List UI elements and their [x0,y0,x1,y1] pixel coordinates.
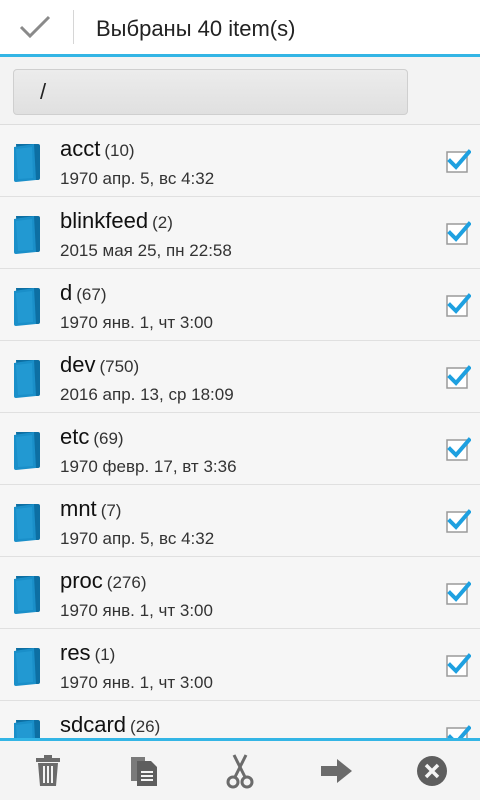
item-count: (67) [76,285,107,304]
file-name: mnt [60,496,97,521]
file-name: blinkfeed [60,208,149,233]
checkbox-checked-icon[interactable] [445,436,471,462]
item-count: (2) [152,213,173,232]
checkbox-checked-icon[interactable] [445,364,471,390]
move-button[interactable] [288,741,384,800]
file-name: d [60,280,73,305]
item-count: (1) [94,645,116,664]
cut-icon [226,753,254,788]
file-row[interactable]: d (67) 1970 янв. 1, чт 3:00 [0,269,480,341]
file-manager-screen: Выбраны 40 item(s) / acct (10) 1970 апр. … [0,0,480,800]
file-list: acct (10) 1970 апр. 5, вс 4:32 blinkfeed(… [0,125,480,738]
file-row[interactable]: proc (276) 1970 янв. 1, чт 3:00 [0,557,480,629]
file-name: sdcard [60,712,127,737]
item-count: (69) [93,429,124,448]
folder-icon [14,720,40,738]
item-count: (750) [99,357,140,376]
path-breadcrumb-button[interactable]: / [13,69,408,115]
selection-title: Выбраны 40 item(s) [96,16,296,41]
folder-icon [14,360,40,398]
checkmark-icon [19,15,51,39]
delete-icon [36,754,60,786]
file-row[interactable]: dev (750) 2016 апр. 13, ср 18:09 [0,341,480,413]
cut-button[interactable] [192,741,288,800]
move-icon [321,758,352,783]
file-row[interactable]: blinkfeed (2) 2015 мая 25, пн 22:58 [0,197,480,269]
file-row[interactable]: etc (69) 1970 февр. 17, вт 3:36 [0,413,480,485]
folder-icon [14,432,40,470]
file-name: acct [60,136,101,161]
modified-date: 1970 апр. 5, вс 4:32 [60,529,215,548]
item-count: (276) [106,573,147,592]
modified-date: 2015 мая 25, пн 22:58 [60,241,232,260]
checkbox-checked-icon[interactable] [445,220,471,246]
checkbox-checked-icon[interactable] [445,652,471,678]
bottom-action-bar [0,738,480,800]
checkbox-checked-icon[interactable] [445,580,471,606]
item-count: (26) [130,717,161,736]
modified-date: 2016 апр. 13, ср 18:09 [60,385,234,404]
modified-date: 1970 февр. 17, вт 3:36 [60,457,237,476]
modified-date: 1970 янв. 1, чт 3:00 [60,313,213,332]
file-name: etc [60,424,90,449]
item-count: (10) [104,141,135,160]
checkbox-checked-icon[interactable] [445,148,471,174]
checkbox-checked-icon[interactable] [445,724,471,738]
cancel-button[interactable] [384,741,480,800]
checkbox-checked-icon[interactable] [445,292,471,318]
checkbox-checked-icon[interactable] [445,508,471,534]
file-row[interactable]: sdcard (26) [0,701,480,738]
path-area: / [0,57,480,125]
folder-icon [14,504,40,542]
file-name: dev [60,352,96,377]
folder-icon [14,144,40,182]
folder-icon [14,576,40,614]
modified-date: 1970 янв. 1, чт 3:00 [60,673,213,692]
folder-icon [14,648,40,686]
folder-icon [14,216,40,254]
file-name: res [60,640,91,665]
action-bar: Выбраны 40 item(s) [0,0,480,57]
modified-date: 1970 янв. 1, чт 3:00 [60,601,213,620]
file-name: proc [60,568,103,593]
modified-date: 1970 апр. 5, вс 4:32 [60,169,215,188]
cancel-icon [417,755,447,786]
copy-button[interactable] [96,741,192,800]
folder-icon [14,288,40,326]
copy-icon [131,756,157,786]
delete-button[interactable] [0,741,96,800]
file-row[interactable]: mnt (7) 1970 апр. 5, вс 4:32 [0,485,480,557]
item-count: (7) [100,501,122,520]
file-row[interactable]: res (1) 1970 янв. 1, чт 3:00 [0,629,480,701]
done-button[interactable] [0,0,70,54]
action-bar-divider [73,10,74,44]
file-row[interactable]: acct (10) 1970 апр. 5, вс 4:32 [0,125,480,197]
